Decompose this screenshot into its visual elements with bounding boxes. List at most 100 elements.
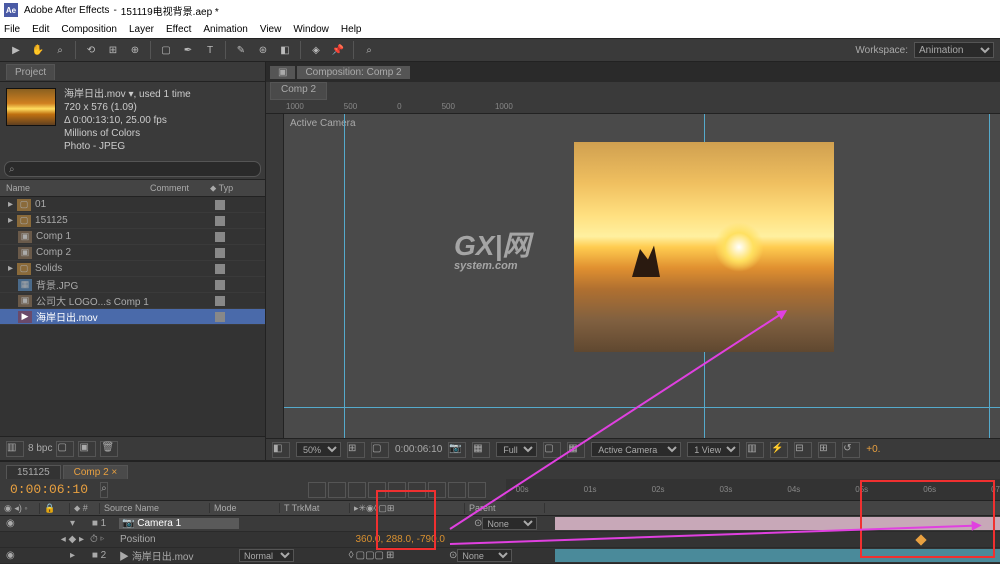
ruler-horizontal: 100050005001000	[266, 100, 1000, 114]
project-footer: ▥ 8 bpc ▢ ▣ 🗑	[0, 436, 265, 460]
type-tool[interactable]: T	[200, 40, 220, 60]
search-layers-btn[interactable]: ⌕	[100, 482, 108, 498]
preview-time[interactable]: 0:00:06:10	[395, 444, 442, 455]
comp-crumb-icon[interactable]: ▣	[270, 66, 295, 79]
workspace-label: Workspace:	[855, 45, 908, 56]
hand-tool[interactable]: ✋	[28, 40, 48, 60]
comp-footer: ◧ 50% ⊞ ▢ 0:00:06:10 📷 ▦ Full ▢ ▦ Active…	[266, 438, 1000, 460]
new-comp-btn[interactable]: ▣	[78, 441, 96, 457]
resolution-select[interactable]: Full	[496, 442, 537, 457]
menu-help[interactable]: Help	[341, 24, 362, 35]
workspace-select[interactable]: Animation	[914, 42, 994, 58]
search-tool[interactable]: ⌕	[359, 40, 379, 60]
annotation-box	[860, 480, 995, 558]
pen-tool[interactable]: ✒	[178, 40, 198, 60]
shy-btn[interactable]	[348, 482, 366, 498]
layer-name: ▶ 海岸日出.mov	[119, 548, 239, 563]
project-panel: Project 海岸日出.mov ▾, used 1 time 720 x 57…	[0, 62, 266, 460]
snapshot-btn[interactable]: 📷	[448, 442, 466, 458]
timeline-btn[interactable]: ⊟	[794, 442, 812, 458]
composition-panel: ▣ Composition: Comp 2 Comp 2 10005000500…	[266, 62, 1000, 460]
reset-exp-btn[interactable]: ↺	[842, 442, 860, 458]
bpc-label[interactable]: 8 bpc	[28, 443, 52, 454]
list-item[interactable]: ▶海岸日出.mov	[0, 309, 265, 325]
interpret-btn[interactable]: ▥	[6, 441, 24, 457]
list-item[interactable]: ▣公司大 LOGO...s Comp 1	[0, 293, 265, 309]
list-item[interactable]: ▸▢01	[0, 197, 265, 213]
grid-btn[interactable]: ⊞	[347, 442, 365, 458]
menu-layer[interactable]: Layer	[129, 24, 154, 35]
new-folder-btn[interactable]: ▢	[56, 441, 74, 457]
comp-crumb[interactable]: Composition: Comp 2	[297, 66, 409, 79]
project-tab[interactable]: Project	[6, 64, 55, 80]
rotate-tool[interactable]: ⟲	[81, 40, 101, 60]
comp-mini-btn[interactable]	[308, 482, 326, 498]
region-btn[interactable]: ◧	[272, 442, 290, 458]
auto-kf-btn[interactable]	[468, 482, 486, 498]
views-count-select[interactable]: 1 View	[687, 442, 740, 457]
eraser-tool[interactable]: ◧	[275, 40, 295, 60]
delete-btn[interactable]: 🗑	[100, 441, 118, 457]
timeline-panel: 151125 Comp 2 × 0:00:06:10 ⌕ 00s01s02s03…	[0, 460, 1000, 563]
menu-file[interactable]: File	[4, 24, 20, 35]
menu-view[interactable]: View	[260, 24, 282, 35]
annotation-box	[376, 490, 436, 550]
graph-btn[interactable]	[448, 482, 466, 498]
parent-select[interactable]: None	[482, 517, 537, 530]
layer-name: 📷 Camera 1	[119, 518, 239, 529]
view-select[interactable]: Active Camera	[591, 442, 681, 457]
search-icon: ⌕	[9, 164, 15, 175]
property-row[interactable]: ◂ ◆ ▸ ⏱ ▹ Position 360.0, 288.0, -790.0	[0, 532, 1000, 548]
menu-effect[interactable]: Effect	[166, 24, 191, 35]
camera-tool[interactable]: ⊞	[103, 40, 123, 60]
mode-select[interactable]: Normal	[239, 549, 294, 562]
list-item[interactable]: ▸▢Solids	[0, 261, 265, 277]
comp-subtab[interactable]: Comp 2	[270, 82, 327, 100]
asset-info: 海岸日出.mov ▾, used 1 time 720 x 576 (1.09)…	[64, 88, 191, 153]
app-title: Adobe After Effects	[24, 5, 109, 16]
project-search[interactable]: ⌕	[4, 161, 261, 177]
brush-tool[interactable]: ✎	[231, 40, 251, 60]
menu-window[interactable]: Window	[293, 24, 329, 35]
project-columns: Name Comment ⬥ Typ	[0, 179, 265, 197]
list-item[interactable]: ▦背景.JPG	[0, 277, 265, 293]
property-name: Position	[120, 534, 156, 545]
layer-row[interactable]: ◉ ▸ ■ 2 ▶ 海岸日出.mov Normal ◊▢▢▢⊞ ⊙ None	[0, 548, 1000, 564]
asset-thumbnail	[6, 88, 56, 126]
zoom-tool[interactable]: ⌕	[50, 40, 70, 60]
rect-tool[interactable]: ▢	[156, 40, 176, 60]
zoom-select[interactable]: 50%	[296, 442, 341, 457]
viewport[interactable]: Active Camera GX|网 system.com	[266, 114, 1000, 438]
puppet-tool[interactable]: 📌	[328, 40, 348, 60]
fast-preview-btn[interactable]: ⚡	[770, 442, 788, 458]
preview-image	[574, 142, 834, 352]
toolbar: ▶ ✋ ⌕ ⟲ ⊞ ⊕ ▢ ✒ T ✎ ⊛ ◧ ◈ 📌 ⌕ Workspace:…	[0, 38, 1000, 62]
selection-tool[interactable]: ▶	[6, 40, 26, 60]
list-item[interactable]: ▣Comp 2	[0, 245, 265, 261]
timeline-tab[interactable]: 151125	[6, 465, 61, 479]
draft3d-btn[interactable]	[328, 482, 346, 498]
roi-btn[interactable]: ▢	[543, 442, 561, 458]
ruler-vertical	[266, 114, 284, 438]
flowchart-btn[interactable]: ⊞	[818, 442, 836, 458]
exposure-value[interactable]: +0.	[866, 444, 880, 455]
menu-composition[interactable]: Composition	[61, 24, 117, 35]
channel-btn[interactable]: ▦	[472, 442, 490, 458]
file-title: 151119电视背景.aep *	[121, 3, 219, 18]
menubar: File Edit Composition Layer Effect Anima…	[0, 20, 1000, 38]
menu-edit[interactable]: Edit	[32, 24, 49, 35]
pixel-aspect-btn[interactable]: ▥	[746, 442, 764, 458]
list-item[interactable]: ▣Comp 1	[0, 229, 265, 245]
menu-animation[interactable]: Animation	[203, 24, 247, 35]
camera-label: Active Camera	[290, 118, 356, 129]
app-icon: Ae	[4, 3, 18, 17]
pan-behind-tool[interactable]: ⊕	[125, 40, 145, 60]
timeline-tab[interactable]: Comp 2 ×	[63, 465, 129, 479]
mask-btn[interactable]: ▢	[371, 442, 389, 458]
parent-select[interactable]: None	[457, 549, 512, 562]
clone-tool[interactable]: ⊛	[253, 40, 273, 60]
current-timecode[interactable]: 0:00:06:10	[0, 482, 98, 497]
list-item[interactable]: ▸▢151125	[0, 213, 265, 229]
roto-tool[interactable]: ◈	[306, 40, 326, 60]
project-items: ▸▢01 ▸▢151125 ▣Comp 1 ▣Comp 2 ▸▢Solids ▦…	[0, 197, 265, 436]
